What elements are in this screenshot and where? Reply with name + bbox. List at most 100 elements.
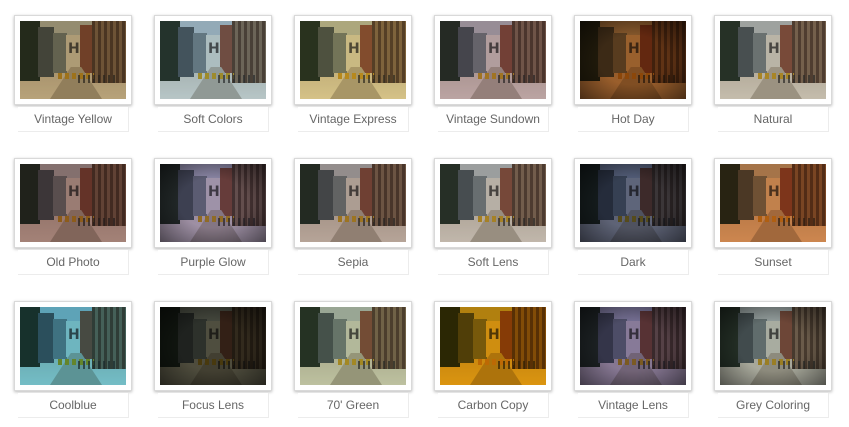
filter-thumbnail-frame[interactable] [714, 301, 832, 391]
filter-thumbnail-frame[interactable] [434, 301, 552, 391]
filter-preview-image[interactable] [720, 164, 826, 242]
filter-tint-overlay [720, 164, 826, 242]
filter-tile-hot-day[interactable]: Hot Day [574, 15, 694, 139]
filter-label-box[interactable]: Vintage Yellow [18, 107, 129, 132]
filter-label-box[interactable]: Natural [718, 107, 829, 132]
filter-label: Dark [620, 255, 646, 269]
filter-label-box[interactable]: Focus Lens [158, 393, 269, 418]
vignette-overlay [580, 164, 686, 242]
filter-tile-focus-lens[interactable]: Focus Lens [154, 301, 274, 425]
filter-label-box[interactable]: Carbon Copy [438, 393, 549, 418]
filter-label-box[interactable]: Hot Day [578, 107, 689, 132]
filter-tile-sepia[interactable]: Sepia [294, 158, 414, 282]
filter-preview-image[interactable] [160, 164, 266, 242]
filter-tile-natural[interactable]: Natural [714, 15, 834, 139]
filter-preview-image[interactable] [440, 307, 546, 385]
filter-label-box[interactable]: Sunset [718, 250, 829, 275]
filter-label-box[interactable]: Soft Lens [438, 250, 549, 275]
filter-preview-image[interactable] [720, 307, 826, 385]
filter-label-box[interactable]: Soft Colors [158, 107, 269, 132]
filter-label: 70' Green [326, 398, 380, 412]
filter-preview-image[interactable] [300, 307, 406, 385]
filter-tile-old-photo[interactable]: Old Photo [14, 158, 134, 282]
vignette-overlay [160, 307, 266, 385]
filter-thumbnail-frame[interactable] [574, 158, 692, 248]
filter-preview-image[interactable] [20, 21, 126, 99]
filter-tile-vintage-express[interactable]: Vintage Express [294, 15, 414, 139]
filter-tint-overlay [300, 21, 406, 99]
filter-thumbnail-frame[interactable] [154, 158, 272, 248]
filter-label: Vintage Express [309, 112, 397, 126]
filter-preview-image[interactable] [720, 21, 826, 99]
filter-thumbnail-frame[interactable] [294, 301, 412, 391]
filter-preview-image[interactable] [580, 307, 686, 385]
filter-tile-grey-coloring[interactable]: Grey Coloring [714, 301, 834, 425]
filter-gallery: Vintage Yellow Soft Colors Vintage Express… [0, 0, 849, 427]
filter-preview-image[interactable] [20, 307, 126, 385]
filter-preview-image[interactable] [300, 21, 406, 99]
filter-label: Sepia [337, 255, 369, 269]
filter-thumbnail-frame[interactable] [574, 301, 692, 391]
filter-tint-overlay [440, 21, 546, 99]
filter-tint-overlay [440, 164, 546, 242]
filter-tint-overlay [720, 21, 826, 99]
filter-label-box[interactable]: Coolblue [18, 393, 129, 418]
filter-tile-sunset[interactable]: Sunset [714, 158, 834, 282]
filter-label: Coolblue [49, 398, 97, 412]
filter-preview-image[interactable] [300, 164, 406, 242]
vignette-overlay [160, 164, 266, 242]
filter-thumbnail-frame[interactable] [14, 301, 132, 391]
vignette-overlay [580, 307, 686, 385]
filter-label-box[interactable]: Vintage Lens [578, 393, 689, 418]
filter-label-box[interactable]: Vintage Express [298, 107, 409, 132]
filter-thumbnail-frame[interactable] [154, 15, 272, 105]
filter-tint-overlay [20, 21, 126, 99]
filter-thumbnail-frame[interactable] [714, 15, 832, 105]
filter-tile-purple-glow[interactable]: Purple Glow [154, 158, 274, 282]
filter-thumbnail-frame[interactable] [714, 158, 832, 248]
filter-preview-image[interactable] [440, 164, 546, 242]
filter-label: Vintage Sundown [446, 112, 540, 126]
filter-thumbnail-frame[interactable] [294, 158, 412, 248]
filter-thumbnail-frame[interactable] [434, 15, 552, 105]
filter-label-box[interactable]: Dark [578, 250, 689, 275]
filter-preview-image[interactable] [440, 21, 546, 99]
filter-preview-image[interactable] [160, 307, 266, 385]
filter-tile-dark[interactable]: Dark [574, 158, 694, 282]
filter-label: Hot Day [611, 112, 655, 126]
filter-thumbnail-frame[interactable] [574, 15, 692, 105]
filter-label: Soft Lens [467, 255, 519, 269]
filter-label: Purple Glow [180, 255, 246, 269]
filter-tile-coolblue[interactable]: Coolblue [14, 301, 134, 425]
filter-thumbnail-frame[interactable] [14, 15, 132, 105]
filter-label-box[interactable]: Sepia [298, 250, 409, 275]
filter-label: Grey Coloring [735, 398, 811, 412]
filter-tile-vintage-yellow[interactable]: Vintage Yellow [14, 15, 134, 139]
vignette-overlay [720, 307, 826, 385]
filter-label-box[interactable]: Vintage Sundown [438, 107, 549, 132]
filter-tile-70-green[interactable]: 70' Green [294, 301, 414, 425]
filter-thumbnail-frame[interactable] [154, 301, 272, 391]
filter-thumbnail-frame[interactable] [294, 15, 412, 105]
filter-tile-carbon-copy[interactable]: Carbon Copy [434, 301, 554, 425]
filter-tile-vintage-sundown[interactable]: Vintage Sundown [434, 15, 554, 139]
filter-label: Sunset [754, 255, 792, 269]
filter-tint-overlay [300, 164, 406, 242]
filter-label-box[interactable]: Grey Coloring [718, 393, 829, 418]
filter-thumbnail-frame[interactable] [14, 158, 132, 248]
filter-tile-vintage-lens[interactable]: Vintage Lens [574, 301, 694, 425]
filter-label: Carbon Copy [457, 398, 529, 412]
filter-preview-image[interactable] [580, 164, 686, 242]
filter-label-box[interactable]: 70' Green [298, 393, 409, 418]
filter-tile-soft-lens[interactable]: Soft Lens [434, 158, 554, 282]
filter-thumbnail-frame[interactable] [434, 158, 552, 248]
filter-tile-soft-colors[interactable]: Soft Colors [154, 15, 274, 139]
filter-preview-image[interactable] [20, 164, 126, 242]
filter-label-box[interactable]: Purple Glow [158, 250, 269, 275]
filter-label: Old Photo [46, 255, 100, 269]
filter-label-box[interactable]: Old Photo [18, 250, 129, 275]
filter-tint-overlay [300, 307, 406, 385]
filter-preview-image[interactable] [160, 21, 266, 99]
filter-label: Vintage Yellow [34, 112, 112, 126]
filter-preview-image[interactable] [580, 21, 686, 99]
